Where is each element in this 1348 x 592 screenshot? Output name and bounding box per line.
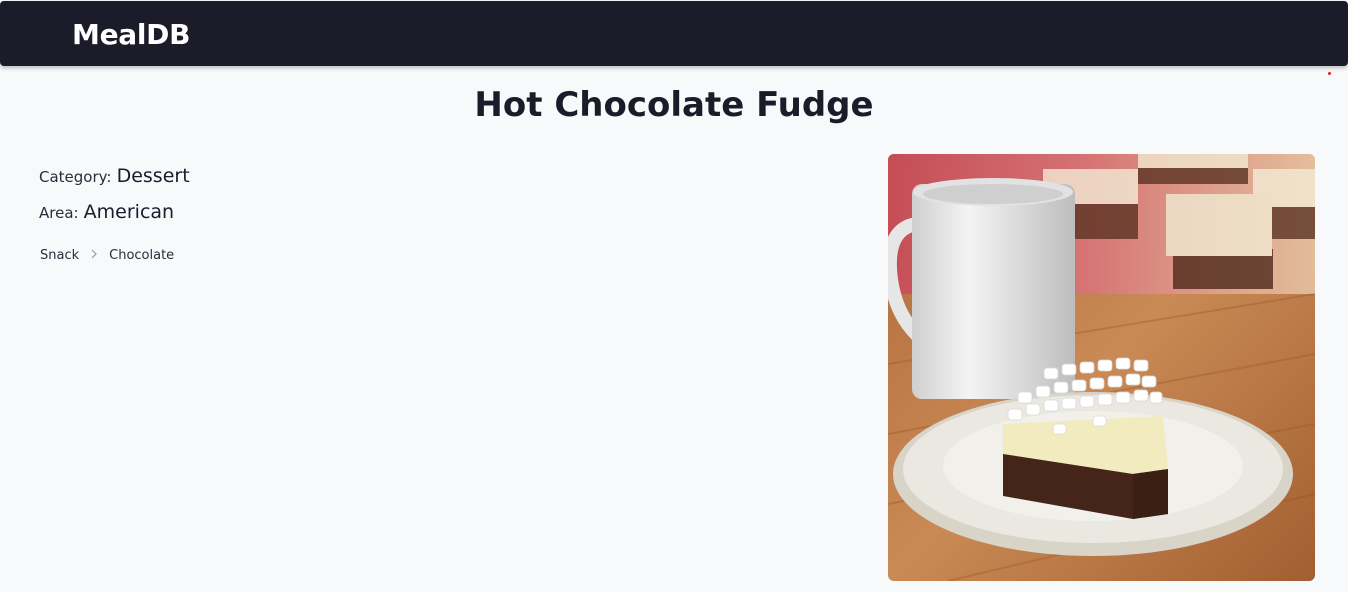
chevron-right-icon (79, 247, 109, 263)
meal-tags: Snack Chocolate (40, 247, 174, 263)
indicator-dot (1328, 72, 1331, 75)
meal-image (888, 154, 1315, 581)
meal-photo-illustration (888, 154, 1315, 581)
area-value: American (83, 201, 175, 223)
meal-category: Category: Dessert (39, 165, 190, 187)
area-label: Area: (39, 204, 79, 222)
tag-snack[interactable]: Snack (40, 248, 79, 263)
brand-logo-link[interactable]: MealDB (72, 17, 190, 53)
tag-chocolate[interactable]: Chocolate (109, 248, 174, 263)
category-value: Dessert (116, 165, 190, 187)
navbar: MealDB (0, 1, 1348, 66)
category-label: Category: (39, 168, 112, 186)
meal-title: Hot Chocolate Fudge (474, 85, 874, 125)
meal-area: Area: American (39, 201, 174, 223)
